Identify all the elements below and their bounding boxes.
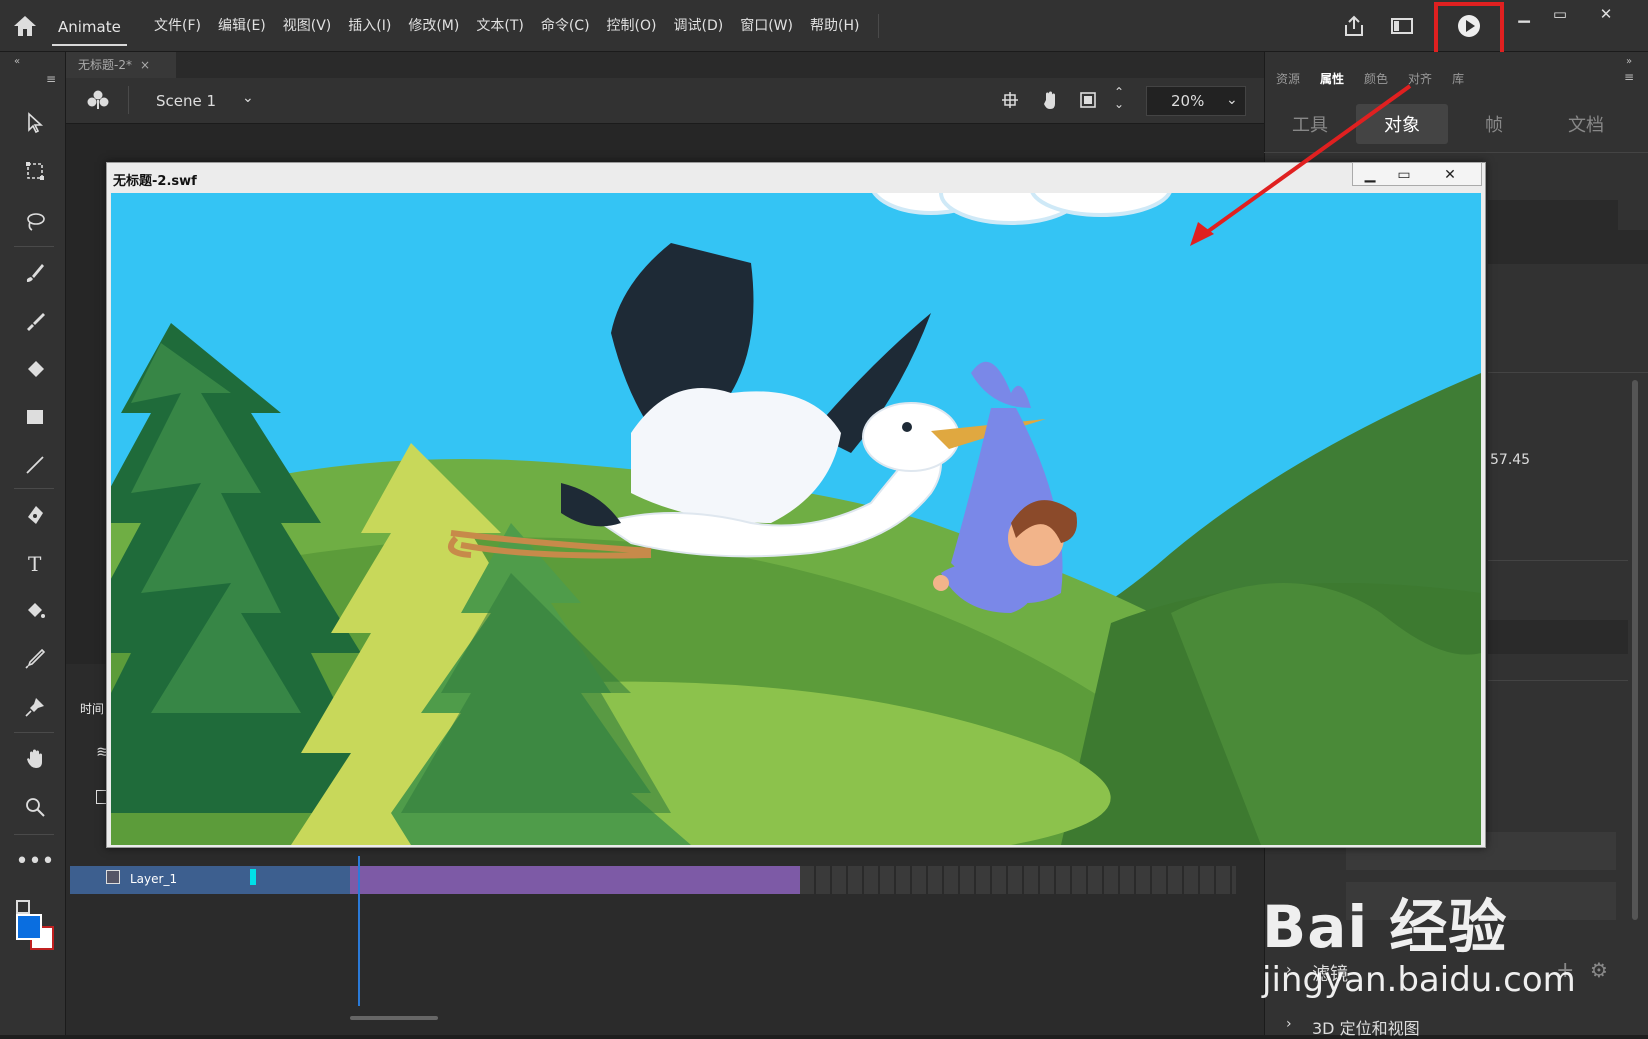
chevron-right-icon[interactable]: › [1286,1016,1292,1032]
text-tool-icon[interactable]: T [18,546,52,580]
panel-divider [1488,680,1628,681]
scene-divider [128,86,129,114]
hand-icon[interactable] [18,742,52,776]
menu-insert[interactable]: 插入(I) [348,15,391,35]
stroke-color-swatch[interactable] [16,914,42,940]
menu-divider [878,14,879,38]
3d-position-section[interactable]: 3D 定位和视图 [1312,1015,1420,1039]
rotate-tool-icon[interactable] [1038,88,1062,116]
panel-scrollbar[interactable] [1632,380,1638,920]
home-icon[interactable] [12,14,38,38]
tab-library[interactable]: 库 [1452,70,1464,87]
subtab-document[interactable]: 文档 [1540,104,1632,144]
zoom-icon[interactable] [18,790,52,824]
swf-canvas[interactable] [111,193,1481,845]
close-tab-icon[interactable]: × [140,58,150,72]
clip-canvas-icon[interactable] [1078,90,1098,114]
tool-divider [14,488,54,489]
svg-text:T: T [28,552,42,574]
document-tab-title: 无标题-2* [78,58,132,72]
swf-close-icon[interactable]: ✕ [1436,164,1464,186]
panel-options-icon[interactable]: ≡ [1624,70,1634,84]
animation-scene [111,193,1481,845]
share-icon[interactable] [1340,12,1368,40]
symbol-icon[interactable] [86,88,110,116]
panel-menu-icon[interactable]: ≡ [46,72,56,86]
selection-tool-icon[interactable] [18,106,52,140]
minimize-icon[interactable]: ▁ [1512,4,1536,24]
close-icon[interactable]: ✕ [1594,4,1618,24]
main-menu: 文件(F) 编辑(E) 视图(V) 插入(I) 修改(M) 文本(T) 命令(C… [154,0,876,50]
tool-divider [14,246,54,247]
menu-window[interactable]: 窗口(W) [740,15,793,35]
layer-frames[interactable] [350,866,800,894]
panel-divider [1488,372,1648,373]
chevron-down-icon[interactable]: ⌄ [242,90,254,106]
baidu-watermark-url: jingyan.baidu.com [1262,960,1576,1000]
baidu-watermark-logo: Bai 经验 [1262,893,1508,961]
collapse-icon[interactable]: « [14,56,20,67]
empty-frames[interactable] [800,866,1236,894]
timeline-scrollbar[interactable] [350,1016,438,1020]
menu-file[interactable]: 文件(F) [154,15,201,35]
tool-divider [14,834,54,835]
swap-colors-icon[interactable] [16,900,30,914]
layer-name[interactable]: Layer_1 [130,872,177,886]
zoom-stepper-icon[interactable]: ⌃ ⌄ [1114,86,1124,110]
free-transform-icon[interactable] [18,154,52,188]
maximize-icon[interactable]: ▭ [1548,4,1572,24]
eyedropper-icon[interactable] [18,642,52,676]
position-value[interactable]: 57.45 [1490,452,1530,468]
gear-icon[interactable]: ⚙ [1590,958,1608,982]
more-tools-icon[interactable]: ••• [16,844,55,878]
expand-icon[interactable]: » [1626,56,1632,67]
tools-panel [0,52,66,1035]
paint-bucket-icon[interactable] [18,594,52,628]
eraser-icon[interactable] [18,352,52,386]
menu-debug[interactable]: 调试(D) [674,15,724,35]
tool-divider [14,732,54,733]
menu-edit[interactable]: 编辑(E) [218,15,266,35]
layer-color-marker[interactable] [250,869,256,885]
pen-icon[interactable] [18,498,52,532]
center-stage-icon[interactable] [1000,90,1020,114]
subtab-frame[interactable]: 帧 [1448,104,1540,144]
swf-window-title: 无标题-2.swf [113,174,197,189]
document-tab[interactable]: 无标题-2* × [66,52,176,78]
paint-brush-icon[interactable] [18,256,52,290]
property-field[interactable] [1488,200,1618,234]
property-field[interactable] [1488,620,1628,654]
playhead[interactable] [358,856,360,1006]
line-icon[interactable] [18,448,52,482]
menu-view[interactable]: 视图(V) [283,15,332,35]
document-tabs [66,52,1264,78]
panel-divider [1488,560,1628,561]
timeline-title: 时间 [80,702,105,716]
property-field[interactable] [1488,230,1648,264]
pin-icon[interactable] [18,690,52,724]
menu-help[interactable]: 帮助(H) [810,15,859,35]
layer-icon [106,870,120,884]
menu-text[interactable]: 文本(T) [476,15,523,35]
menu-modify[interactable]: 修改(M) [408,15,459,35]
menu-commands[interactable]: 命令(C) [541,15,590,35]
layout-icon[interactable] [1388,12,1416,40]
scene-name[interactable]: Scene 1 [156,92,216,110]
annotation-arrow [1190,84,1412,246]
lasso-icon[interactable] [18,204,52,238]
app-name: Animate [52,6,127,46]
brush-icon[interactable] [18,304,52,338]
menu-control[interactable]: 控制(O) [607,15,657,35]
rectangle-icon[interactable] [18,400,52,434]
